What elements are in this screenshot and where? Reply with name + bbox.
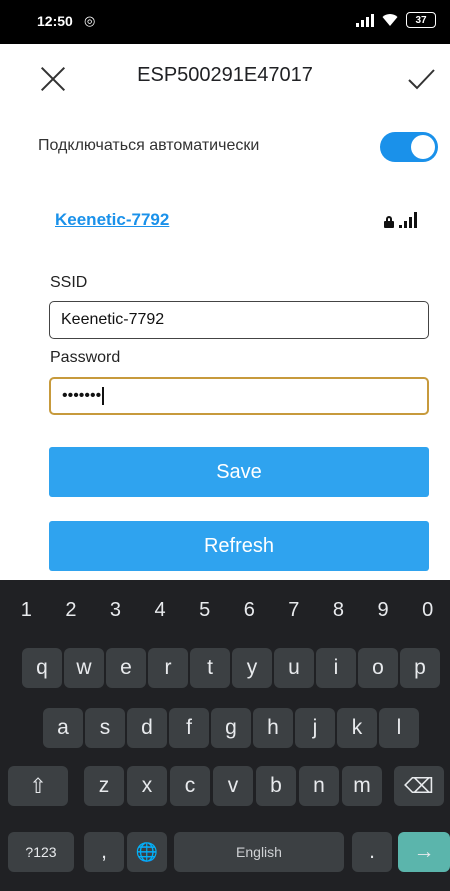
password-input[interactable]: ••••••• <box>49 377 429 415</box>
soft-keyboard: 1 2 3 4 5 6 7 8 9 0 q w e r t y u i o p … <box>0 580 450 891</box>
key-l[interactable]: l <box>379 708 419 748</box>
shift-key[interactable]: ⇧ <box>8 766 68 806</box>
key-3[interactable]: 3 <box>93 590 137 630</box>
keyboard-number-row: 1 2 3 4 5 6 7 8 9 0 <box>0 590 450 630</box>
key-c[interactable]: c <box>170 766 210 806</box>
backspace-key[interactable]: ⌫ <box>394 766 444 806</box>
status-time: 12:50 <box>37 13 73 29</box>
notification-icon: ◎ <box>84 13 96 28</box>
wifi-strength-icon <box>399 212 417 228</box>
key-x[interactable]: x <box>127 766 167 806</box>
cell-signal-icon <box>356 13 374 27</box>
ssid-input[interactable]: Keenetic-7792 <box>49 301 429 339</box>
key-a[interactable]: a <box>43 708 83 748</box>
period-key[interactable]: . <box>352 832 392 872</box>
app-bar: ESP500291E47017 <box>0 44 450 110</box>
auto-connect-label: Подключаться автоматически <box>38 137 260 154</box>
key-4[interactable]: 4 <box>138 590 182 630</box>
key-f[interactable]: f <box>169 708 209 748</box>
ssid-value: Keenetic-7792 <box>61 311 165 328</box>
comma-key[interactable]: , <box>84 832 124 872</box>
confirm-check-icon[interactable] <box>406 64 436 94</box>
key-v[interactable]: v <box>213 766 253 806</box>
key-n[interactable]: n <box>299 766 339 806</box>
enter-key[interactable]: → <box>398 832 450 872</box>
toggle-knob <box>411 135 435 159</box>
key-g[interactable]: g <box>211 708 251 748</box>
key-2[interactable]: 2 <box>49 590 93 630</box>
key-6[interactable]: 6 <box>227 590 271 630</box>
key-t[interactable]: t <box>190 648 230 688</box>
globe-icon[interactable]: 🌐 <box>127 832 167 872</box>
key-w[interactable]: w <box>64 648 104 688</box>
key-d[interactable]: d <box>127 708 167 748</box>
status-bar: 12:50 ◎ 37 <box>0 0 450 44</box>
key-7[interactable]: 7 <box>272 590 316 630</box>
battery-level: 37 <box>415 14 427 26</box>
key-y[interactable]: y <box>232 648 272 688</box>
key-p[interactable]: p <box>400 648 440 688</box>
network-row: Keenetic-7792 <box>55 210 417 236</box>
space-key[interactable]: English <box>174 832 344 872</box>
status-icons: 37 <box>356 12 436 28</box>
key-1[interactable]: 1 <box>4 590 48 630</box>
network-name-link[interactable]: Keenetic-7792 <box>55 210 169 229</box>
auto-connect-toggle[interactable] <box>380 132 438 162</box>
key-q[interactable]: q <box>22 648 62 688</box>
ssid-label: SSID <box>50 274 88 291</box>
key-u[interactable]: u <box>274 648 314 688</box>
key-e[interactable]: e <box>106 648 146 688</box>
auto-connect-row: Подключаться автоматически <box>38 132 438 162</box>
key-s[interactable]: s <box>85 708 125 748</box>
symbols-key[interactable]: ?123 <box>8 832 74 872</box>
key-0[interactable]: 0 <box>406 590 450 630</box>
key-j[interactable]: j <box>295 708 335 748</box>
key-m[interactable]: m <box>342 766 382 806</box>
lock-icon <box>384 216 394 228</box>
save-button[interactable]: Save <box>49 447 429 497</box>
text-caret <box>102 387 104 405</box>
key-b[interactable]: b <box>256 766 296 806</box>
key-h[interactable]: h <box>253 708 293 748</box>
page-title: ESP500291E47017 <box>137 64 313 86</box>
password-label: Password <box>50 349 121 366</box>
wifi-icon <box>382 14 398 26</box>
key-r[interactable]: r <box>148 648 188 688</box>
key-i[interactable]: i <box>316 648 356 688</box>
battery-icon: 37 <box>406 12 436 28</box>
refresh-button[interactable]: Refresh <box>49 521 429 571</box>
key-o[interactable]: o <box>358 648 398 688</box>
password-value: ••••••• <box>62 387 102 405</box>
key-z[interactable]: z <box>84 766 124 806</box>
key-5[interactable]: 5 <box>183 590 227 630</box>
key-8[interactable]: 8 <box>316 590 360 630</box>
network-status-icons <box>384 212 417 228</box>
key-9[interactable]: 9 <box>361 590 405 630</box>
key-k[interactable]: k <box>337 708 377 748</box>
